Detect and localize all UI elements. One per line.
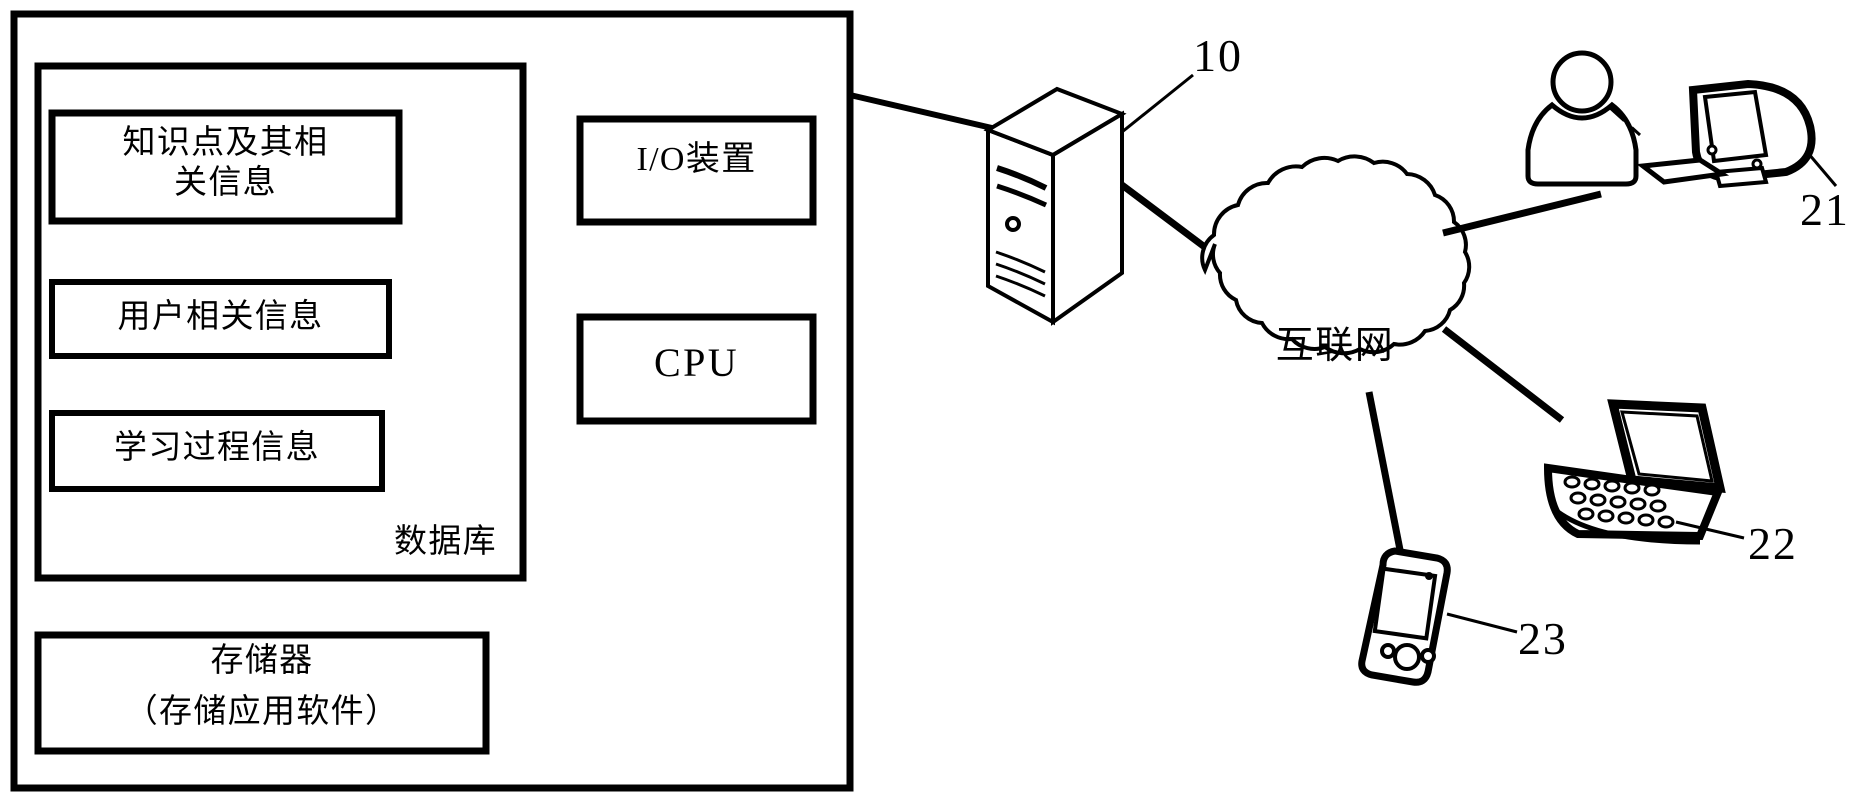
ref-label-10: 10 — [1193, 30, 1243, 81]
crt-monitor-icon — [1636, 79, 1838, 189]
diagram-vector-layer — [10, 10, 1838, 792]
cpu-label: CPU — [653, 340, 739, 385]
database-label: 数据库 — [394, 521, 497, 560]
laptop-icon — [1543, 399, 1745, 545]
user-info-label: 用户相关信息 — [117, 296, 324, 335]
link-cloud-to-desktop — [1442, 190, 1602, 237]
server-tower-icon — [983, 86, 1127, 326]
link-cloud-to-mobile — [1365, 391, 1406, 561]
learning-process-label: 学习过程信息 — [114, 427, 320, 466]
link-system-to-server — [849, 92, 993, 131]
ref-label-22: 22 — [1748, 518, 1798, 569]
ref-label-21: 21 — [1800, 184, 1849, 235]
link-cloud-to-laptop — [1441, 326, 1565, 423]
patent-figure-canvas: 知识点及其相 关信息 用户相关信息 学习过程信息 数据库 存储器 （存储应用软件… — [0, 0, 1849, 801]
storage-label-line2: （存储应用软件） — [124, 691, 400, 730]
knowledge-points-label: 知识点及其相 关信息 — [122, 122, 329, 202]
mobile-phone-icon — [1358, 547, 1518, 686]
io-device-label: I/O装置 — [636, 141, 757, 178]
ref-label-23: 23 — [1518, 613, 1568, 664]
internet-cloud-label: 互联网 — [1275, 323, 1395, 367]
storage-label-line1: 存储器 — [210, 640, 314, 679]
